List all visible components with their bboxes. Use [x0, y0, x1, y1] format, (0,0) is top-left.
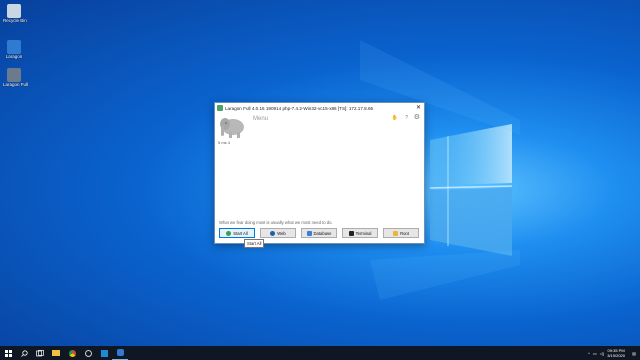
- menu-button[interactable]: Menu: [253, 116, 268, 122]
- database-icon: [306, 230, 312, 236]
- installer-icon: [7, 68, 21, 82]
- desktop-icon-laragon[interactable]: Laragon: [3, 40, 25, 59]
- vscode-icon: [100, 349, 108, 357]
- gear-icon[interactable]: ⚙: [414, 113, 420, 121]
- window-titlebar[interactable]: Laragon Full 4.0.16 190914 php-7.4.2-Win…: [215, 103, 424, 113]
- task-view-icon: [36, 349, 44, 356]
- hand-icon[interactable]: ✋: [392, 115, 398, 121]
- system-tray: ^ ▭ ◁) 09:35 PM 3/19/2020 ▤: [588, 346, 640, 360]
- clock-app-icon: [84, 349, 92, 357]
- globe-icon: [270, 230, 276, 236]
- search-button[interactable]: [16, 346, 32, 360]
- play-icon: [226, 230, 232, 236]
- start-button[interactable]: [0, 346, 16, 360]
- database-button[interactable]: Database: [301, 228, 337, 238]
- close-icon[interactable]: ✕: [416, 104, 421, 112]
- app-icon: [217, 105, 223, 111]
- taskbar-file-explorer[interactable]: [48, 346, 64, 360]
- folder-icon: [393, 230, 399, 236]
- start-all-button[interactable]: Start All: [219, 228, 255, 238]
- status-text: 5 ms 4: [218, 140, 231, 145]
- window-title: Laragon Full 4.0.16 190914 php-7.4.2-Win…: [225, 105, 374, 111]
- desktop-icon-laragon-full[interactable]: Laragon Full: [3, 68, 28, 87]
- search-icon: [20, 349, 28, 357]
- folder-icon: [52, 350, 60, 356]
- taskbar-app[interactable]: [80, 346, 96, 360]
- windows-logo-icon: [4, 349, 12, 357]
- taskbar: ^ ▭ ◁) 09:35 PM 3/19/2020 ▤: [0, 346, 640, 360]
- taskbar-chrome[interactable]: [64, 346, 80, 360]
- quote-text: What we fear doing most is usually what …: [219, 220, 333, 225]
- recycle-bin-icon: [7, 4, 21, 18]
- elephant-logo: [220, 118, 244, 138]
- chrome-icon: [68, 349, 76, 357]
- web-button[interactable]: Web: [260, 228, 296, 238]
- network-icon[interactable]: ▭: [593, 351, 597, 356]
- laragon-icon: [7, 40, 21, 54]
- task-view-button[interactable]: [32, 346, 48, 360]
- laragon-window: Laragon Full 4.0.16 190914 php-7.4.2-Win…: [214, 102, 425, 244]
- action-buttons: Start All Web Database Terminal Root: [219, 228, 419, 238]
- tooltip: Start All: [244, 239, 265, 248]
- desktop: Recycle Bin Laragon Laragon Full Laragon…: [0, 0, 640, 346]
- terminal-icon: [348, 230, 354, 236]
- notification-icon[interactable]: ▤: [628, 351, 640, 356]
- laragon-icon: [116, 349, 124, 356]
- taskbar-vscode[interactable]: [96, 346, 112, 360]
- terminal-button[interactable]: Terminal: [342, 228, 378, 238]
- help-icon[interactable]: ?: [405, 115, 408, 121]
- clock[interactable]: 09:35 PM 3/19/2020: [607, 348, 625, 358]
- chevron-up-icon[interactable]: ^: [588, 351, 590, 356]
- desktop-icon-recycle-bin[interactable]: Recycle Bin: [3, 4, 27, 23]
- root-button[interactable]: Root: [383, 228, 419, 238]
- taskbar-laragon[interactable]: [112, 346, 128, 360]
- volume-icon[interactable]: ◁): [600, 351, 604, 356]
